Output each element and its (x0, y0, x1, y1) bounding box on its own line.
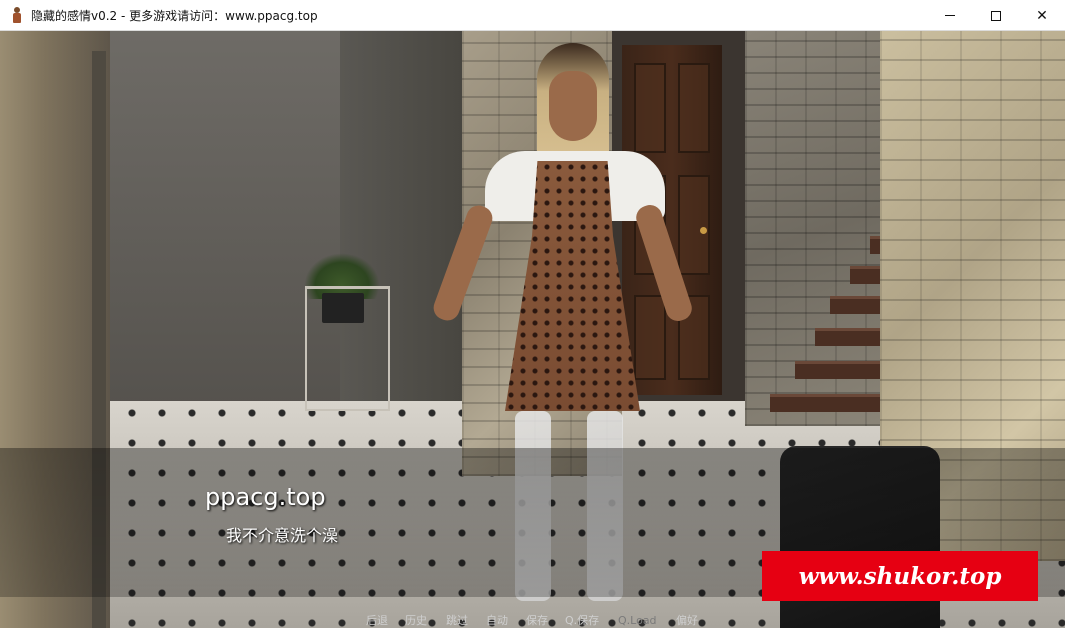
quick-menu-save[interactable]: 保存 (526, 614, 548, 628)
character-icon (9, 6, 25, 24)
plant-stand (305, 286, 390, 411)
speaker-name: ppacg.top (205, 483, 326, 511)
window-titlebar: 隐藏的感情v0.2 - 更多游戏请访问：www.ppacg.top ✕ (0, 0, 1065, 31)
maximize-button[interactable] (973, 0, 1019, 31)
quick-menu-preferences[interactable]: 偏好 (676, 614, 698, 628)
quick-menu-quick-load: Q.Load (618, 614, 657, 627)
minimize-button[interactable] (927, 0, 973, 31)
quick-menu-quick-save[interactable]: Q.保存 (565, 614, 599, 628)
minimize-icon (945, 15, 955, 16)
quick-menu-skip[interactable]: 跳过 (446, 614, 468, 628)
window-title: 隐藏的感情v0.2 - 更多游戏请访问：www.ppacg.top (31, 8, 318, 23)
watermark-text: www.shukor.top (798, 562, 1002, 590)
close-button[interactable]: ✕ (1019, 0, 1065, 31)
quick-menu-auto[interactable]: 自动 (486, 614, 508, 628)
maximize-icon (991, 10, 1001, 21)
quick-menu-back[interactable]: 后退 (366, 614, 388, 628)
door-knob (700, 227, 707, 234)
window-controls: ✕ (927, 0, 1065, 31)
dialogue-text: 我不介意洗个澡 (226, 526, 339, 545)
close-icon: ✕ (1036, 7, 1048, 24)
watermark-banner: www.shukor.top (762, 551, 1038, 601)
quick-menu: 后退 历史 跳过 自动 保存 Q.保存 Q.Load 偏好 (0, 614, 1065, 628)
quick-menu-history[interactable]: 历史 (405, 614, 427, 628)
